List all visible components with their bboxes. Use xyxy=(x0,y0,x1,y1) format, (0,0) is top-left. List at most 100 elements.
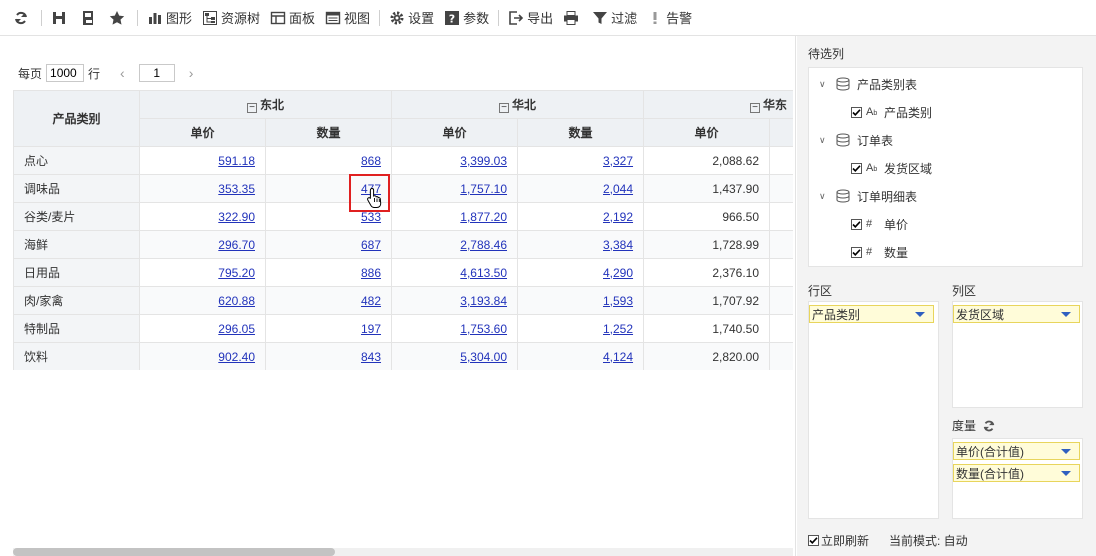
tree-field-unit-price[interactable]: # 单价 xyxy=(851,215,908,233)
table-cell[interactable]: 197 xyxy=(264,314,393,343)
dropdown-arrow-icon[interactable] xyxy=(1061,470,1071,476)
view-button[interactable]: 视图 xyxy=(320,6,375,30)
group-header-huadong[interactable]: − 华东 xyxy=(643,90,793,119)
table-cell[interactable]: 1,753.60 xyxy=(391,314,519,343)
cell-link[interactable]: 3,193.84 xyxy=(460,294,507,308)
alert-button[interactable]: 告警 xyxy=(642,6,697,30)
cell-link[interactable]: 1,877.20 xyxy=(460,210,507,224)
cell-link[interactable]: 886 xyxy=(361,266,381,280)
tree-field-ship-region[interactable]: Ab 发货区域 xyxy=(851,159,932,177)
cell-link[interactable]: 3,327 xyxy=(603,154,633,168)
checkbox[interactable] xyxy=(851,162,862,174)
collapse-icon[interactable]: − xyxy=(750,103,761,113)
export-button[interactable]: 导出 xyxy=(503,6,558,30)
dropdown-arrow-icon[interactable] xyxy=(915,311,925,317)
cell-link[interactable]: 3,384 xyxy=(603,238,633,252)
cell-link[interactable]: 296.05 xyxy=(218,322,255,336)
tree-table-orders[interactable]: ∨ 订单表 xyxy=(819,131,893,149)
col-field-chip[interactable]: 发货区域 xyxy=(953,305,1080,323)
cell-link[interactable]: 868 xyxy=(361,154,381,168)
save-button[interactable] xyxy=(46,6,75,30)
cell-link[interactable]: 3,399.03 xyxy=(460,154,507,168)
table-cell[interactable]: 2,044 xyxy=(517,174,645,203)
cell-link[interactable]: 795.20 xyxy=(218,266,255,280)
refresh-button[interactable] xyxy=(8,6,37,30)
params-button[interactable]: ? 参数 xyxy=(439,6,494,30)
measure-chip-qty[interactable]: 数量(合计值) xyxy=(953,464,1080,482)
cell-link[interactable]: 2,192 xyxy=(603,210,633,224)
cell-link[interactable]: 620.88 xyxy=(218,294,255,308)
cell-link[interactable]: 1,757.10 xyxy=(460,182,507,196)
cell-link[interactable]: 687 xyxy=(361,238,381,252)
table-cell[interactable]: 482 xyxy=(264,286,393,315)
checkbox[interactable] xyxy=(851,218,862,230)
tree-field-quantity[interactable]: # 数量 xyxy=(851,243,908,261)
table-cell[interactable]: 4,613.50 xyxy=(391,258,519,287)
page-size-input[interactable] xyxy=(46,64,85,82)
cell-link[interactable]: 1,753.60 xyxy=(460,322,507,336)
table-cell[interactable]: 843 xyxy=(264,342,393,370)
checkbox[interactable] xyxy=(851,106,862,118)
table-cell[interactable]: 353.35 xyxy=(139,174,266,203)
table-cell[interactable]: 1,757.10 xyxy=(391,174,519,203)
settings-button[interactable]: 设置 xyxy=(384,6,439,30)
table-cell[interactable]: 886 xyxy=(264,258,393,287)
cell-link[interactable]: 4,290 xyxy=(603,266,633,280)
chart-button[interactable]: 图形 xyxy=(142,6,197,30)
collapse-icon[interactable]: − xyxy=(247,103,257,113)
panel-button[interactable]: 面板 xyxy=(265,6,320,30)
table-cell[interactable]: 2,192 xyxy=(517,202,645,231)
tree-table-order-details[interactable]: ∨ 订单明细表 xyxy=(819,187,917,205)
next-page-button[interactable]: › xyxy=(183,65,200,81)
resource-tree-button[interactable]: 资源树 xyxy=(197,6,265,30)
chevron-down-icon[interactable]: ∨ xyxy=(819,191,831,202)
table-cell[interactable]: 902.40 xyxy=(139,342,266,370)
table-cell[interactable]: 3,384 xyxy=(517,230,645,259)
cell-link[interactable]: 2,788.46 xyxy=(460,238,507,252)
table-cell[interactable]: 296.05 xyxy=(139,314,266,343)
filter-button[interactable]: 过滤 xyxy=(587,6,642,30)
table-cell[interactable]: 1,593 xyxy=(517,286,645,315)
cell-link[interactable]: 5,304.00 xyxy=(460,350,507,364)
table-cell[interactable]: 1,252 xyxy=(517,314,645,343)
table-cell[interactable]: 322.90 xyxy=(139,202,266,231)
cell-link[interactable]: 482 xyxy=(361,294,381,308)
cell-link[interactable]: 353.35 xyxy=(218,182,255,196)
auto-refresh-checkbox[interactable] xyxy=(808,535,819,546)
prev-page-button[interactable]: ‹ xyxy=(114,65,131,81)
table-cell[interactable]: 3,193.84 xyxy=(391,286,519,315)
checkbox[interactable] xyxy=(851,246,862,258)
measure-chip-price[interactable]: 单价(合计值) xyxy=(953,442,1080,460)
swap-icon[interactable] xyxy=(982,419,996,433)
dropdown-arrow-icon[interactable] xyxy=(1061,311,1071,317)
table-cell[interactable]: 2,788.46 xyxy=(391,230,519,259)
tree-table-product[interactable]: ∨ 产品类别表 xyxy=(819,75,917,93)
cell-link[interactable]: 843 xyxy=(361,350,381,364)
row-field-chip[interactable]: 产品类别 xyxy=(809,305,934,323)
table-cell[interactable]: 1,877.20 xyxy=(391,202,519,231)
dropdown-arrow-icon[interactable] xyxy=(1061,448,1071,454)
row-drop-area[interactable] xyxy=(808,301,939,519)
cell-link[interactable]: 197 xyxy=(361,322,381,336)
group-header-dongbei[interactable]: − 东北 xyxy=(138,90,393,119)
table-cell[interactable]: 868 xyxy=(264,146,393,175)
tree-field-product-category[interactable]: Ab 产品类别 xyxy=(851,103,932,121)
table-cell[interactable]: 591.18 xyxy=(139,146,266,175)
cell-link[interactable]: 4,124 xyxy=(603,350,633,364)
cell-link[interactable]: 591.18 xyxy=(218,154,255,168)
cell-link[interactable]: 533 xyxy=(361,210,381,224)
scrollbar-thumb[interactable] xyxy=(13,548,335,556)
group-header-huabei[interactable]: − 华北 xyxy=(391,90,645,119)
chevron-down-icon[interactable]: ∨ xyxy=(819,135,831,146)
chevron-down-icon[interactable]: ∨ xyxy=(819,79,831,90)
table-cell[interactable]: 4,124 xyxy=(517,342,645,370)
cell-link[interactable]: 1,252 xyxy=(603,322,633,336)
save-as-button[interactable] xyxy=(75,6,104,30)
cell-link[interactable]: 1,593 xyxy=(603,294,633,308)
table-cell[interactable]: 687 xyxy=(264,230,393,259)
table-cell[interactable]: 3,327 xyxy=(517,146,645,175)
cell-link[interactable]: 2,044 xyxy=(603,182,633,196)
print-button[interactable] xyxy=(558,6,587,30)
table-cell[interactable]: 5,304.00 xyxy=(391,342,519,370)
table-cell[interactable]: 3,399.03 xyxy=(391,146,519,175)
